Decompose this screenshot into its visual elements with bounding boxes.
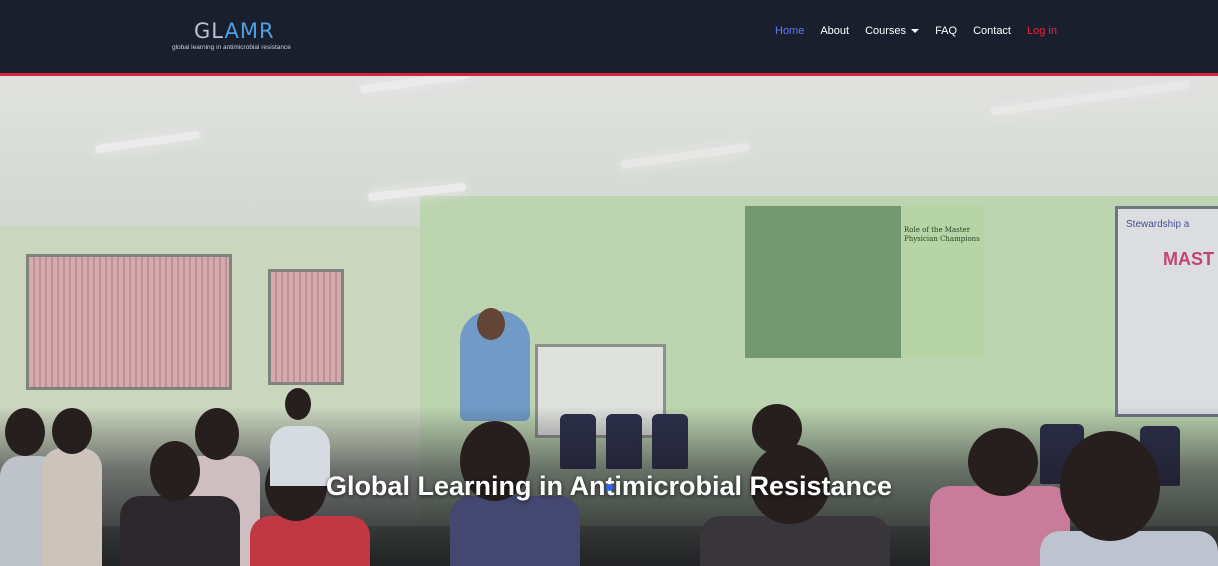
logo-tagline: global learning in antimicrobial resista… [172, 44, 291, 51]
main-nav: Home About Courses FAQ Contact Log in [775, 24, 1057, 38]
hero-banner: Role of the Master Physician Champions S… [0, 76, 1218, 566]
nav-login[interactable]: Log in [1027, 24, 1057, 38]
nav-faq[interactable]: FAQ [935, 24, 957, 38]
logo-text-amr: AMR [224, 19, 275, 43]
nav-contact[interactable]: Contact [973, 24, 1011, 38]
site-logo[interactable]: GLAMR global learning in antimicrobial r… [172, 20, 302, 51]
nav-about[interactable]: About [820, 24, 849, 38]
carousel-indicator[interactable] [606, 484, 613, 491]
nav-courses-dropdown[interactable]: Courses [865, 24, 920, 38]
nav-courses-label: Courses [865, 25, 907, 37]
logo-text-gl: GL [194, 19, 225, 43]
logo-wordmark: GLAMR [194, 20, 302, 42]
nav-home[interactable]: Home [775, 24, 804, 38]
caret-down-icon [911, 29, 920, 33]
navbar: GLAMR global learning in antimicrobial r… [0, 0, 1218, 76]
